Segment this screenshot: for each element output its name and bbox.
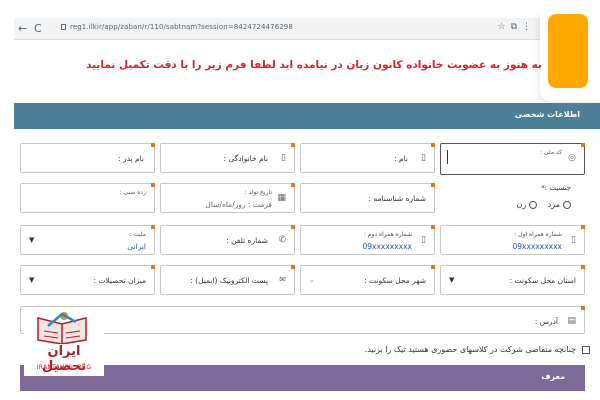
required-marker bbox=[291, 265, 295, 269]
reload-icon[interactable]: C bbox=[34, 22, 42, 35]
back-icon[interactable]: ← bbox=[18, 22, 27, 35]
browser-extension-icons[interactable]: ☆⧉⋮ bbox=[498, 22, 537, 32]
required-marker bbox=[151, 183, 155, 187]
field-label: استان محل سکونت : bbox=[509, 276, 576, 285]
field-placeholder: فرمت : روز/ماه/سال bbox=[205, 200, 272, 209]
education-select[interactable]: میزان تحصیلات : ▼ bbox=[20, 265, 155, 295]
required-marker bbox=[151, 143, 155, 147]
required-marker bbox=[431, 225, 435, 229]
field-value: 09xxxxxxxxx bbox=[512, 242, 563, 251]
gender-female-label: زن bbox=[516, 200, 527, 209]
browser-toolbar: ← C reg1.ilkir/app/zaban/r/110/sabtnam?s… bbox=[14, 18, 544, 40]
required-marker bbox=[291, 183, 295, 187]
selected-value: ایرانی bbox=[127, 242, 146, 251]
page: ← C reg1.ilkir/app/zaban/r/110/sabtnam?s… bbox=[0, 0, 600, 400]
field-label: شماره شناسنامه : bbox=[368, 194, 426, 203]
province-select[interactable]: استان محل سکونت : ▼ bbox=[440, 265, 585, 295]
required-marker bbox=[581, 143, 585, 147]
calendar-icon: ▦ bbox=[277, 193, 286, 203]
gender-options: مرد زن bbox=[508, 200, 571, 209]
lock-icon bbox=[61, 24, 66, 30]
gender-label: جنسیت :* bbox=[541, 184, 571, 192]
chevron-down-icon: ▼ bbox=[449, 276, 455, 284]
map-icon: ▤ bbox=[567, 316, 576, 326]
mobile-icon: ▯ bbox=[421, 235, 426, 245]
required-marker bbox=[581, 225, 585, 229]
nationality-select[interactable]: ملیت : ایرانی ▼ bbox=[20, 225, 155, 255]
birth-date-field[interactable]: تاریخ تولد : فرمت : روز/ماه/سال ▦ bbox=[160, 183, 295, 213]
section-header-referrer: معرف bbox=[20, 365, 585, 391]
field-label: پست الکترونیک (ایمیل) : bbox=[190, 276, 268, 285]
logo-site: IRANTAHSIL.ORG bbox=[36, 364, 92, 371]
gender-male-label: مرد bbox=[547, 200, 560, 209]
field-label: نام خانوادگی : bbox=[223, 154, 268, 163]
field-label: کد ملی : bbox=[539, 149, 562, 156]
phone-icon: ✆ bbox=[278, 235, 286, 245]
gender-male-radio[interactable] bbox=[563, 200, 571, 209]
gender-group: جنسیت :* مرد زن bbox=[440, 180, 585, 218]
id-number-field[interactable]: شماره شناسنامه : bbox=[300, 183, 435, 213]
mobile2-field[interactable]: شماره همراه دوم : 09xxxxxxxxx ▯ bbox=[300, 225, 435, 255]
required-marker bbox=[151, 265, 155, 269]
field-label: شماره همراه دوم : bbox=[363, 231, 412, 238]
required-marker bbox=[581, 306, 585, 310]
text-caret bbox=[447, 150, 448, 164]
section-title: اطلاعات شخصی bbox=[514, 110, 580, 119]
first-name-field[interactable]: نام : ▯ bbox=[300, 143, 435, 173]
required-marker bbox=[431, 183, 435, 187]
city-select[interactable]: شهر محل سکونت : ⌄ bbox=[300, 265, 435, 295]
chevron-down-icon: ▼ bbox=[29, 236, 35, 244]
chevron-down-icon: ⌄ bbox=[309, 276, 315, 284]
chevron-down-icon: ▼ bbox=[29, 276, 35, 284]
book-logo-icon bbox=[37, 312, 87, 344]
field-label: شهر محل سکونت : bbox=[364, 276, 426, 285]
warning-message: به هنوز به عضویت خانواده کانون زبان در ن… bbox=[86, 59, 542, 71]
required-marker bbox=[581, 265, 585, 269]
field-label: ملیت : bbox=[129, 231, 146, 238]
phone-field[interactable]: شماره تلفن : ✆ bbox=[160, 225, 295, 255]
required-marker bbox=[291, 225, 295, 229]
section-header-personal: اطلاعات شخصی bbox=[14, 103, 600, 129]
fingerprint-icon: ◎ bbox=[568, 153, 576, 163]
email-field[interactable]: پست الکترونیک (ایمیل) : ✉ bbox=[160, 265, 295, 295]
required-marker bbox=[291, 143, 295, 147]
required-marker bbox=[151, 225, 155, 229]
father-name-field[interactable]: نام پدر : bbox=[20, 143, 155, 173]
age-range-field[interactable]: رده سنی : bbox=[20, 183, 155, 213]
iran-tahsil-logo: ایران تحصیل IRANTAHSIL.ORG bbox=[24, 310, 104, 376]
required-marker bbox=[431, 265, 435, 269]
field-label: شماره همراه اول : bbox=[514, 231, 562, 238]
field-label: نام پدر : bbox=[118, 154, 144, 163]
field-label: نام : bbox=[394, 154, 408, 163]
field-label: تاریخ تولد : bbox=[244, 189, 272, 196]
national-code-field[interactable]: کد ملی : ◎ bbox=[440, 143, 585, 175]
field-value: 09xxxxxxxxx bbox=[362, 242, 413, 251]
field-label: میزان تحصیلات : bbox=[93, 276, 146, 285]
mail-icon: ✉ bbox=[279, 275, 286, 284]
corner-badge bbox=[548, 14, 588, 88]
user-icon: ▯ bbox=[281, 153, 286, 163]
gender-female-radio[interactable] bbox=[529, 200, 538, 209]
section-title: معرف bbox=[541, 372, 565, 381]
in-person-class-checkbox-row: چنانچه متقاضی شرکت در کلاسهای حضوری هستی… bbox=[365, 345, 590, 354]
field-label: رده سنی : bbox=[119, 189, 146, 196]
last-name-field[interactable]: نام خانوادگی : ▯ bbox=[160, 143, 295, 173]
checkbox-label: چنانچه متقاضی شرکت در کلاسهای حضوری هستی… bbox=[364, 345, 576, 354]
field-label: آدرس : bbox=[534, 317, 558, 326]
mobile1-field[interactable]: شماره همراه اول : 09xxxxxxxxx ▯ bbox=[440, 225, 585, 255]
address-bar[interactable]: reg1.ilkir/app/zaban/r/110/sabtnam?sessi… bbox=[70, 23, 293, 31]
required-marker bbox=[431, 143, 435, 147]
mobile-icon: ▯ bbox=[571, 235, 576, 245]
user-icon: ▯ bbox=[421, 153, 426, 163]
field-label: شماره تلفن : bbox=[226, 236, 268, 245]
in-person-class-checkbox[interactable] bbox=[582, 345, 590, 354]
address-field[interactable]: آدرس : ▤ bbox=[20, 306, 585, 334]
